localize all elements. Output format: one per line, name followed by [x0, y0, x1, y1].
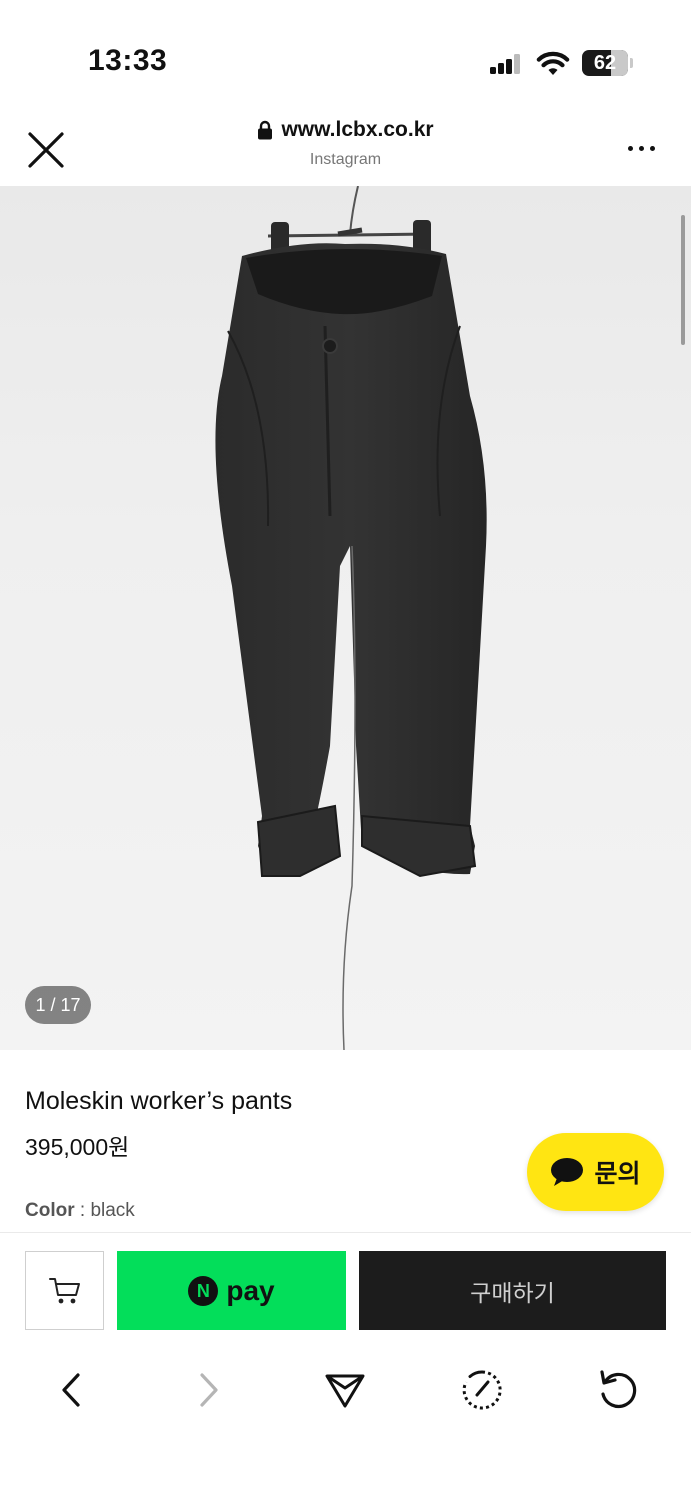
chat-bubble-icon	[551, 1158, 584, 1186]
url-display[interactable]: www.lcbx.co.kr Instagram	[0, 118, 691, 169]
npay-button[interactable]: N pay	[117, 1251, 346, 1330]
image-counter: 1 / 17	[25, 986, 91, 1024]
pants-image	[215, 186, 487, 1050]
color-separator: :	[74, 1200, 91, 1221]
product-price: 395,000원	[25, 1134, 130, 1160]
color-label: Color	[25, 1200, 75, 1221]
share-button[interactable]	[323, 1368, 367, 1412]
speed-icon	[462, 1370, 502, 1410]
purchase-bar: N pay 구매하기	[0, 1232, 691, 1346]
npay-badge: N	[188, 1275, 219, 1306]
lock-icon	[257, 120, 273, 140]
share-icon	[325, 1374, 365, 1408]
battery-level: 62	[593, 52, 617, 74]
inquiry-button[interactable]: 문의	[527, 1133, 664, 1211]
status-time: 13:33	[88, 44, 168, 77]
reload-icon	[600, 1370, 637, 1408]
color-option[interactable]: Color : black	[25, 1200, 135, 1222]
back-button[interactable]	[50, 1368, 94, 1412]
product-title: Moleskin worker’s pants	[25, 1087, 293, 1115]
signal-icon	[490, 54, 520, 74]
battery-icon: 62	[582, 50, 634, 76]
more-icon	[628, 145, 633, 151]
url-text: www.lcbx.co.kr	[281, 118, 434, 141]
reload-button[interactable]	[596, 1368, 640, 1412]
scrollbar[interactable]	[681, 215, 685, 345]
buy-button[interactable]: 구매하기	[359, 1251, 666, 1330]
npay-label: pay	[226, 1274, 275, 1306]
wifi-icon	[536, 50, 570, 76]
inquiry-label: 문의	[594, 1160, 641, 1188]
url-source: Instagram	[309, 151, 382, 168]
more-button[interactable]	[628, 140, 662, 156]
back-icon	[62, 1373, 80, 1407]
cart-icon	[48, 1277, 80, 1303]
forward-button[interactable]	[186, 1368, 230, 1412]
color-value: black	[90, 1200, 135, 1221]
browser-toolbar	[0, 1346, 691, 1500]
cart-button[interactable]	[25, 1251, 104, 1330]
status-bar: 13:33 62	[0, 0, 691, 110]
forward-icon	[200, 1373, 218, 1407]
product-image[interactable]	[0, 186, 691, 1050]
browser-header: www.lcbx.co.kr Instagram	[0, 110, 691, 186]
speed-button[interactable]	[460, 1368, 504, 1412]
